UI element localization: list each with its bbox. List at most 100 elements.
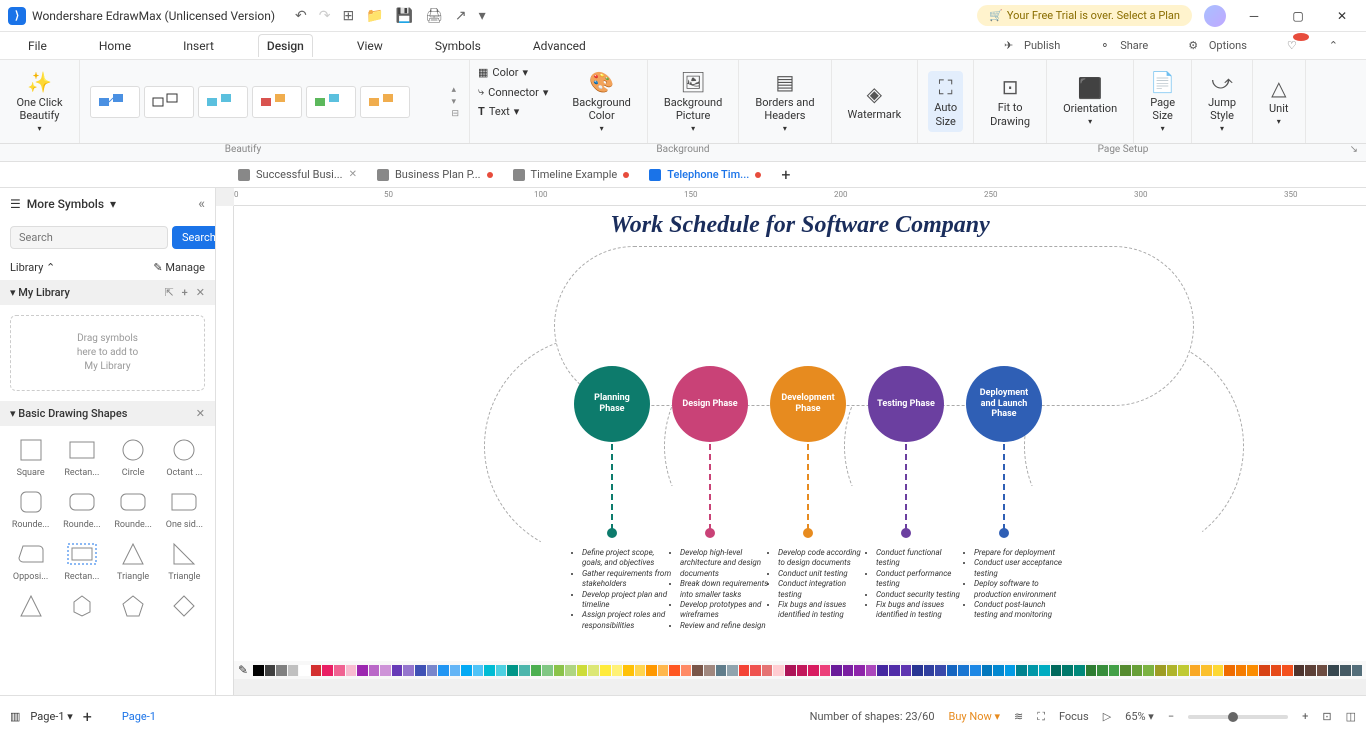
color-swatch[interactable] (831, 665, 842, 676)
color-swatch[interactable] (276, 665, 287, 676)
jump-style-button[interactable]: ⤻Jump Style▾ (1202, 66, 1242, 138)
buy-now-link[interactable]: Buy Now ▾ (949, 710, 1001, 723)
new-icon[interactable]: ⊞ (343, 8, 355, 24)
color-swatch[interactable] (357, 665, 368, 676)
color-swatch[interactable] (866, 665, 877, 676)
color-swatch[interactable] (1086, 665, 1097, 676)
shape-extra[interactable] (160, 588, 209, 624)
color-swatch[interactable] (1074, 665, 1085, 676)
color-swatch[interactable] (727, 665, 738, 676)
menu-view[interactable]: View (349, 35, 391, 57)
fit-to-drawing-button[interactable]: ⊡Fit to Drawing (984, 71, 1036, 131)
close-section-icon[interactable]: ✕ (196, 286, 205, 299)
zoom-out-button[interactable]: − (1168, 710, 1174, 723)
color-swatch[interactable] (1155, 665, 1166, 676)
color-swatch[interactable] (808, 665, 819, 676)
color-swatch[interactable] (785, 665, 796, 676)
color-swatch[interactable] (623, 665, 634, 676)
color-swatch[interactable] (1051, 665, 1062, 676)
color-swatch[interactable] (1352, 665, 1363, 676)
color-swatch[interactable] (924, 665, 935, 676)
doc-tab[interactable]: Business Plan P... (367, 162, 503, 187)
color-swatch[interactable] (877, 665, 888, 676)
color-swatch[interactable] (739, 665, 750, 676)
menu-symbols[interactable]: Symbols (427, 35, 489, 57)
color-swatch[interactable] (380, 665, 391, 676)
theme-next-icon[interactable]: ▾ (451, 97, 459, 107)
shape-octant[interactable]: Octant ... (160, 432, 209, 482)
color-swatch[interactable] (1247, 665, 1258, 676)
color-swatch[interactable] (889, 665, 900, 676)
color-swatch[interactable] (1201, 665, 1212, 676)
color-swatch[interactable] (1039, 665, 1050, 676)
page-tab-active[interactable]: Page-1 (122, 710, 156, 723)
menu-home[interactable]: Home (91, 35, 139, 57)
background-picture-button[interactable]: 🖼Background Picture▾ (658, 66, 728, 138)
share-button[interactable]: ⚬ Share (1092, 35, 1164, 56)
color-swatch[interactable] (1328, 665, 1339, 676)
more-icon[interactable]: ▾ (479, 8, 486, 24)
color-swatch[interactable] (334, 665, 345, 676)
color-swatch[interactable] (403, 665, 414, 676)
menu-advanced[interactable]: Advanced (525, 35, 594, 57)
phase-node[interactable]: Testing Phase (868, 366, 944, 538)
theme-swatch[interactable] (306, 86, 356, 118)
color-swatch[interactable] (415, 665, 426, 676)
zoom-in-button[interactable]: + (1302, 710, 1308, 723)
color-swatch[interactable] (1178, 665, 1189, 676)
color-swatch[interactable] (253, 665, 264, 676)
background-color-button[interactable]: 🎨Background Color▾ (566, 66, 636, 138)
color-swatch[interactable] (750, 665, 761, 676)
color-swatch[interactable] (496, 665, 507, 676)
color-swatch[interactable] (1132, 665, 1143, 676)
color-swatch[interactable] (1213, 665, 1224, 676)
manage-button[interactable]: ✎ Manage (153, 261, 205, 274)
color-swatch[interactable] (1028, 665, 1039, 676)
zoom-level[interactable]: 65% ▾ (1125, 710, 1154, 723)
color-swatch[interactable] (854, 665, 865, 676)
maximize-button[interactable]: ▢ (1282, 4, 1314, 28)
color-swatch[interactable] (322, 665, 333, 676)
library-dropdown[interactable]: Library ⌃ (10, 261, 55, 274)
theme-expand-icon[interactable]: ⊟ (451, 109, 459, 119)
user-avatar[interactable] (1204, 5, 1226, 27)
fullscreen-icon[interactable]: ⛶ (1037, 710, 1045, 724)
color-swatch[interactable] (473, 665, 484, 676)
drawing-canvas[interactable]: Work Schedule for Software Company Plann… (234, 206, 1366, 661)
close-button[interactable]: ✕ (1326, 4, 1358, 28)
collapse-ribbon-icon[interactable]: ⌃ (1321, 35, 1346, 56)
presentation-icon[interactable]: ▷ (1103, 710, 1111, 723)
color-swatch[interactable] (1005, 665, 1016, 676)
color-swatch[interactable] (820, 665, 831, 676)
color-swatch[interactable] (450, 665, 461, 676)
close-tab-icon[interactable]: ✕ (349, 169, 357, 180)
shape-rounded[interactable]: Rounde... (109, 484, 158, 534)
color-swatch[interactable] (716, 665, 727, 676)
color-swatch[interactable] (970, 665, 981, 676)
color-swatch[interactable] (1062, 665, 1073, 676)
color-swatch[interactable] (461, 665, 472, 676)
shape-triangle[interactable]: Triangle (160, 536, 209, 586)
theme-swatch[interactable] (252, 86, 302, 118)
shape-circle[interactable]: Circle (109, 432, 158, 482)
add-icon[interactable]: + (182, 286, 188, 299)
minimize-button[interactable]: ─ (1238, 4, 1270, 28)
shape-rectangle-sel[interactable]: Rectan... (57, 536, 106, 586)
color-swatch[interactable] (507, 665, 518, 676)
color-swatch[interactable] (438, 665, 449, 676)
theme-swatch[interactable] (360, 86, 410, 118)
shape-extra[interactable] (109, 588, 158, 624)
doc-tab[interactable]: Successful Busi...✕ (228, 162, 367, 187)
color-dropdown[interactable]: ▦ Color ▾ (478, 66, 548, 79)
add-page-button[interactable]: + (83, 707, 92, 726)
color-swatch[interactable] (1259, 665, 1270, 676)
color-swatch[interactable] (612, 665, 623, 676)
color-swatch[interactable] (1294, 665, 1305, 676)
auto-size-button[interactable]: ⛶Auto Size (928, 71, 963, 131)
menu-design[interactable]: Design (258, 34, 313, 57)
color-swatch[interactable] (982, 665, 993, 676)
pages-menu-icon[interactable]: ▥ (10, 710, 20, 723)
more-symbols-button[interactable]: ☰ More Symbols▾ « (0, 188, 215, 220)
color-swatch[interactable] (773, 665, 784, 676)
trial-banner[interactable]: 🛒 Your Free Trial is over. Select a Plan (977, 5, 1192, 26)
